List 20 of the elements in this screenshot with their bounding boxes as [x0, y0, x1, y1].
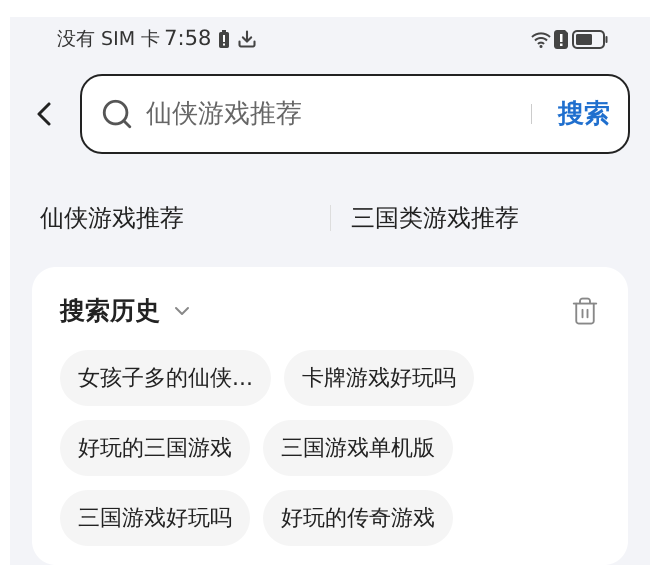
sim-alert-icon	[554, 30, 568, 48]
history-chip[interactable]: 卡牌游戏好玩吗	[284, 350, 474, 406]
history-chip[interactable]: 三国游戏好玩吗	[60, 490, 250, 546]
trash-icon[interactable]	[570, 296, 600, 326]
battery-alert-icon	[219, 30, 230, 48]
clock-text: 7:58	[164, 25, 212, 52]
search-field[interactable]: 仙侠游戏推荐 搜索	[80, 74, 630, 154]
suggestion-item[interactable]: 三国类游戏推荐	[351, 200, 519, 236]
wifi-icon	[530, 30, 552, 48]
history-title: 搜索历史	[60, 295, 160, 328]
history-chip[interactable]: 好玩的三国游戏	[60, 420, 250, 476]
carrier-text: 没有 SIM 卡	[57, 26, 160, 52]
history-chip[interactable]: 女孩子多的仙侠...	[60, 350, 271, 406]
history-chip[interactable]: 三国游戏单机版	[263, 420, 453, 476]
battery-icon	[572, 30, 608, 48]
search-button[interactable]: 搜索	[558, 94, 610, 134]
download-icon	[237, 29, 258, 49]
suggestion-item[interactable]: 仙侠游戏推荐	[40, 200, 184, 236]
search-icon	[100, 97, 134, 131]
history-chip[interactable]: 好玩的传奇游戏	[263, 490, 453, 546]
